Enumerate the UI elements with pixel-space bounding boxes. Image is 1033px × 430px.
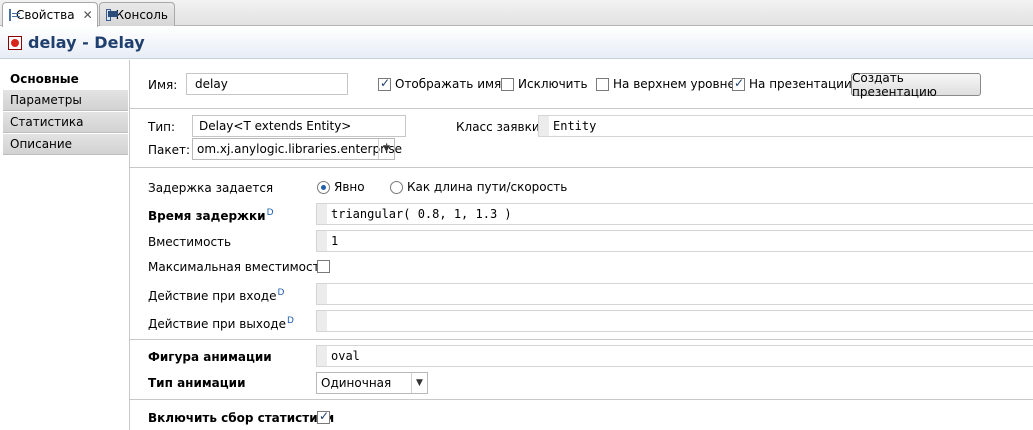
show-name-label: Отображать имя bbox=[395, 77, 502, 91]
tab-properties[interactable]: Свойства ✕ bbox=[2, 2, 98, 27]
exclude-checkbox[interactable] bbox=[501, 78, 514, 91]
exclude-label: Исключить bbox=[518, 77, 588, 91]
dynamic-marker: D bbox=[286, 316, 294, 326]
top-level-checkbox[interactable] bbox=[596, 78, 609, 91]
page-title: delay - Delay bbox=[28, 33, 145, 52]
delay-time-value: triangular( 0.8, 1, 1.3 ) bbox=[331, 207, 512, 221]
type-label: Тип: bbox=[148, 120, 176, 134]
type-field: Delay<T extends Entity> bbox=[192, 115, 406, 137]
collect-stats-label: Включить сбор статистики bbox=[148, 411, 335, 425]
divider bbox=[130, 108, 1033, 109]
dynamic-marker: D bbox=[277, 288, 285, 298]
max-capacity-checkbox[interactable] bbox=[317, 260, 330, 273]
max-capacity-label: Максимальная вместимость bbox=[148, 260, 327, 274]
chevron-down-icon: ▼ bbox=[411, 373, 427, 393]
collect-stats-checkbox[interactable] bbox=[317, 409, 330, 424]
radio-explicit[interactable] bbox=[317, 181, 330, 194]
name-input[interactable]: delay bbox=[186, 73, 348, 95]
section-nav: Основные Параметры Статистика Описание bbox=[0, 60, 130, 430]
radio-path-length[interactable] bbox=[390, 181, 403, 194]
properties-content: Имя: delay Отображать имя Исключить На в… bbox=[130, 60, 1033, 430]
package-label: Пакет: bbox=[148, 143, 191, 157]
on-exit-input[interactable] bbox=[316, 310, 1033, 332]
delay-time-input[interactable]: triangular( 0.8, 1, 1.3 ) bbox=[316, 203, 1033, 225]
nav-item-parameters[interactable]: Параметры bbox=[3, 90, 128, 111]
on-presentation-label: На презентации bbox=[749, 77, 852, 91]
radio-path-length-label: Как длина пути/скорость bbox=[407, 180, 568, 194]
delay-specified-label: Задержка задается bbox=[148, 181, 274, 195]
tab-properties-label: Свойства bbox=[16, 8, 75, 22]
tab-console-label: Консоль bbox=[115, 7, 168, 22]
name-label: Имя: bbox=[148, 78, 178, 92]
properties-header: delay - Delay bbox=[0, 27, 1033, 59]
radio-explicit-label: Явно bbox=[334, 180, 365, 194]
type-value: Delay<T extends Entity> bbox=[199, 119, 352, 133]
package-value: om.xj.anylogic.libraries.enterprise bbox=[197, 142, 403, 156]
on-exit-label: Действие при выходеD bbox=[148, 316, 294, 331]
create-presentation-button[interactable]: Создать презентацию bbox=[851, 71, 981, 99]
top-level-label: На верхнем уровне bbox=[613, 77, 735, 91]
divider bbox=[130, 167, 1033, 168]
capacity-value: 1 bbox=[331, 234, 339, 248]
dynamic-marker: D bbox=[266, 208, 274, 218]
close-icon[interactable]: ✕ bbox=[83, 8, 93, 22]
delay-block-icon bbox=[8, 35, 22, 50]
delay-time-label-text: Время задержки bbox=[148, 209, 266, 223]
on-enter-label-text: Действие при входе bbox=[148, 289, 277, 303]
anim-type-select[interactable]: Одиночная ▼ bbox=[316, 372, 428, 394]
on-enter-input[interactable] bbox=[316, 283, 1033, 305]
divider bbox=[130, 399, 1033, 400]
request-class-label: Класс заявки: bbox=[456, 120, 544, 134]
on-presentation-checkbox[interactable] bbox=[732, 76, 745, 91]
console-icon bbox=[106, 8, 118, 21]
chevron-down-icon: ▼ bbox=[378, 139, 394, 159]
capacity-input[interactable]: 1 bbox=[316, 230, 1033, 252]
divider bbox=[130, 339, 1033, 340]
nav-item-statistics[interactable]: Статистика bbox=[3, 112, 128, 133]
show-name-checkbox[interactable] bbox=[378, 76, 391, 91]
anim-shape-label: Фигура анимации bbox=[148, 350, 272, 364]
capacity-label: Вместимость bbox=[148, 235, 232, 249]
anim-type-value: Одиночная bbox=[321, 376, 392, 390]
anim-type-label: Тип анимации bbox=[148, 376, 246, 390]
tab-console[interactable]: Консоль bbox=[99, 2, 175, 26]
request-class-value: Entity bbox=[553, 119, 597, 133]
anim-shape-input[interactable]: oval bbox=[316, 345, 1033, 367]
request-class-field[interactable]: Entity bbox=[538, 115, 1033, 137]
properties-icon bbox=[9, 9, 20, 21]
view-tab-bar: Свойства ✕ Консоль bbox=[0, 0, 1033, 27]
name-value: delay bbox=[195, 77, 228, 91]
delay-time-label: Время задержкиD bbox=[148, 208, 274, 223]
on-enter-label: Действие при входеD bbox=[148, 288, 284, 303]
nav-item-description[interactable]: Описание bbox=[3, 134, 128, 155]
on-exit-label-text: Действие при выходе bbox=[148, 317, 286, 331]
package-select[interactable]: om.xj.anylogic.libraries.enterprise ▼ bbox=[192, 138, 402, 160]
nav-item-main[interactable]: Основные bbox=[3, 68, 128, 89]
anim-shape-value: oval bbox=[331, 349, 360, 363]
